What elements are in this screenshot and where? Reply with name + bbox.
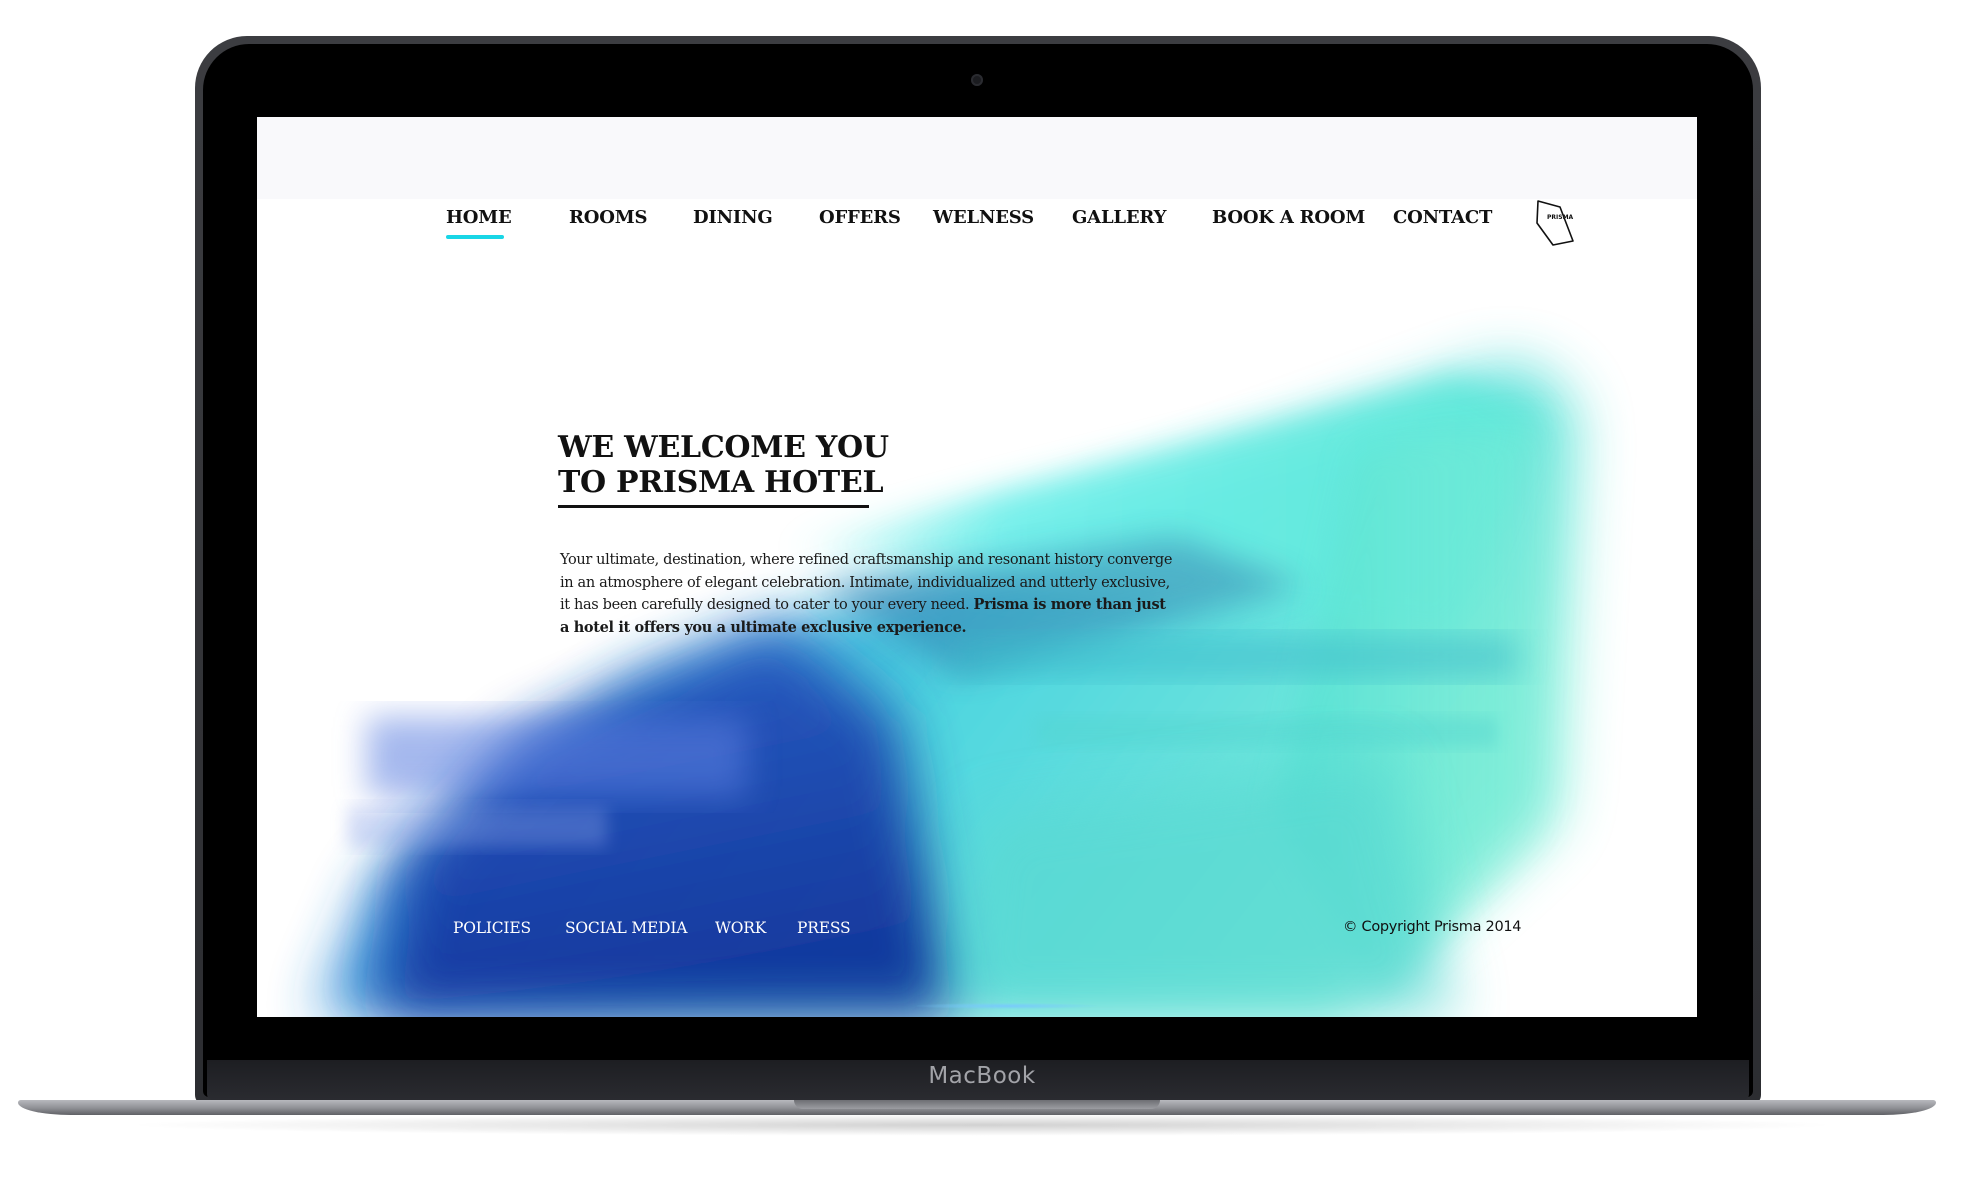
- nav-item-offers[interactable]: OFFERS: [819, 207, 901, 228]
- footer-link-press[interactable]: PRESS: [797, 919, 851, 937]
- footer-link-work[interactable]: WORK: [715, 919, 766, 937]
- hero-title-underline: [558, 505, 869, 508]
- camera-icon: [971, 74, 983, 86]
- laptop-shadow: [120, 1114, 1844, 1136]
- scroll-indicator: [917, 1003, 1097, 1009]
- device-brand-label: MacBook: [928, 1063, 1036, 1089]
- nav-item-book-a-room[interactable]: BOOK A ROOM: [1212, 207, 1365, 228]
- laptop-base-notch: [794, 1100, 1160, 1109]
- nav-item-rooms[interactable]: ROOMS: [569, 207, 647, 228]
- nav-item-welness[interactable]: WELNESS: [933, 207, 1034, 228]
- nav-item-home[interactable]: HOME: [446, 207, 512, 239]
- hero-title-line-1: WE WELCOME YOU: [558, 430, 889, 465]
- hero-title: WE WELCOME YOU TO PRISMA HOTEL: [558, 430, 889, 500]
- copyright-text: © Copyright Prisma 2014: [1343, 919, 1522, 935]
- hero-description-line-3-bold: Prisma is more than just: [973, 596, 1166, 614]
- nav-item-dining[interactable]: DINING: [693, 207, 773, 228]
- website-screen: HOME ROOMS DINING OFFERS WELNESS GALLERY…: [257, 117, 1697, 1017]
- footer-link-social-media[interactable]: SOCIAL MEDIA: [565, 919, 687, 937]
- hero-description-line-1: Your ultimate, destination, where refine…: [560, 552, 1173, 568]
- nav-item-gallery[interactable]: GALLERY: [1072, 207, 1166, 228]
- main-navigation: HOME ROOMS DINING OFFERS WELNESS GALLERY…: [257, 207, 1697, 267]
- prisma-logo-text: PRISMA: [1547, 214, 1574, 221]
- hero-description-line-3-regular: it has been carefully designed to cater …: [560, 597, 974, 614]
- hero-description-line-4: a hotel it offers you a ultimate exclusi…: [560, 617, 1160, 640]
- prisma-logo[interactable]: PRISMA: [1533, 199, 1581, 247]
- hero-title-line-2: TO PRISMA HOTEL: [558, 465, 884, 500]
- hero-description: Your ultimate, destination, where refine…: [560, 549, 1173, 640]
- hero-description-line-4-bold: a hotel it offers you a ultimate exclusi…: [560, 618, 967, 636]
- nav-item-contact[interactable]: CONTACT: [1393, 207, 1492, 228]
- hero-description-line-2: in an atmosphere of elegant celebration.…: [560, 574, 1170, 591]
- hero-description-line-3: it has been carefully designed to cater …: [560, 594, 1166, 617]
- footer-link-policies[interactable]: POLICIES: [453, 919, 531, 937]
